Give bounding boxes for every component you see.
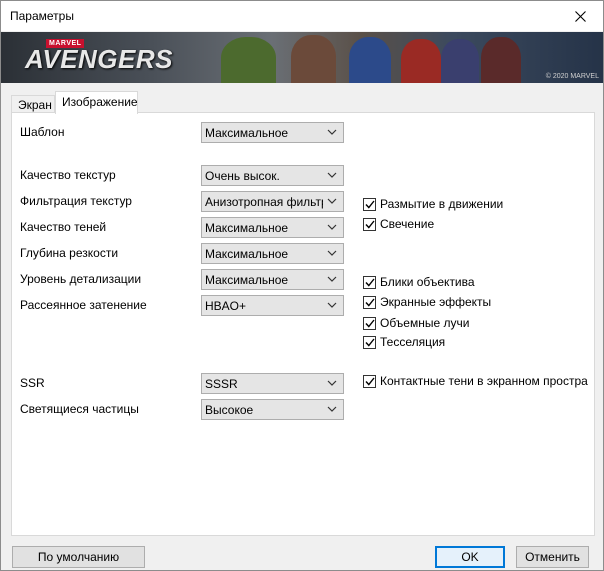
level-of-detail-select[interactable]: Максимальное [201, 269, 344, 290]
checkmark-icon [364, 200, 375, 209]
graphics-panel: Шаблон Максимальное Качество текстур Оче… [11, 112, 595, 536]
tab-screen[interactable]: Экран [11, 95, 55, 113]
checkbox-box [363, 335, 376, 349]
title-bar: Параметры [1, 1, 603, 31]
texture-filtering-value: Анизотропная фильтрац [205, 195, 323, 209]
motion-blur-checkbox[interactable]: Размытие в движении [363, 197, 503, 211]
ssr-select[interactable]: SSSR [201, 373, 344, 394]
checkmark-icon [364, 377, 375, 386]
preset-label: Шаблон [20, 125, 65, 139]
black-widow-figure [481, 37, 521, 83]
motion-blur-label: Размытие в движении [380, 197, 504, 211]
shadow-quality-value: Максимальное [205, 221, 289, 235]
chevron-down-icon [327, 224, 337, 230]
depth-of-field-value: Максимальное [205, 247, 289, 261]
restore-defaults-button[interactable]: По умолчанию [12, 546, 145, 568]
hulk-figure [221, 37, 276, 83]
preset-value: Максимальное [205, 126, 289, 140]
chevron-down-icon [327, 276, 337, 282]
tab-graphics[interactable]: Изображение [55, 91, 138, 114]
checkmark-icon [364, 319, 375, 328]
bloom-checkbox[interactable]: Свечение [363, 217, 434, 231]
chevron-down-icon [327, 302, 337, 308]
tessellation-checkbox[interactable]: Тесселяция [363, 335, 445, 349]
checkmark-icon [364, 338, 375, 347]
tessellation-label: Тесселяция [380, 335, 446, 349]
chevron-down-icon [327, 250, 337, 256]
ok-button[interactable]: OK [435, 546, 505, 568]
close-button[interactable] [557, 1, 603, 31]
contact-shadows-label: Контактные тени в экранном простра [380, 374, 588, 388]
texture-quality-label: Качество текстур [20, 168, 116, 182]
checkbox-box [363, 275, 376, 289]
game-banner: MARVEL AVENGERS © 2020 MARVEL [1, 32, 603, 83]
chevron-down-icon [327, 198, 337, 204]
volumetric-rays-checkbox[interactable]: Объемные лучи [363, 316, 469, 330]
shadow-quality-select[interactable]: Максимальное [201, 217, 344, 238]
lens-flare-label: Блики объектива [380, 275, 475, 289]
volumetric-rays-label: Объемные лучи [380, 316, 470, 330]
checkbox-box [363, 295, 376, 309]
chevron-down-icon [327, 129, 337, 135]
screen-effects-checkbox[interactable]: Экранные эффекты [363, 295, 491, 309]
level-of-detail-label: Уровень детализации [20, 272, 142, 286]
checkbox-box [363, 316, 376, 330]
ssr-label: SSR [20, 376, 45, 390]
texture-quality-select[interactable]: Очень высок. [201, 165, 344, 186]
checkbox-box [363, 374, 376, 388]
checkbox-box [363, 217, 376, 231]
depth-of-field-select[interactable]: Максимальное [201, 243, 344, 264]
window-title: Параметры [10, 9, 74, 23]
checkmark-icon [364, 278, 375, 287]
copyright-text: © 2020 MARVEL [545, 73, 599, 80]
ssr-value: SSSR [205, 377, 238, 391]
glowing-particles-select[interactable]: Высокое [201, 399, 344, 420]
texture-quality-value: Очень высок. [205, 169, 280, 183]
checkbox-box [363, 197, 376, 211]
captain-america-figure [349, 37, 391, 83]
checkmark-icon [364, 298, 375, 307]
cancel-button[interactable]: Отменить [516, 546, 589, 568]
ambient-occlusion-label: Рассеянное затенение [20, 298, 147, 312]
level-of-detail-value: Максимальное [205, 273, 289, 287]
settings-dialog: Параметры MARVEL AVENGERS © 2020 MARVEL … [0, 0, 604, 571]
contact-shadows-checkbox[interactable]: Контактные тени в экранном простра [363, 374, 588, 388]
ambient-occlusion-select[interactable]: HBAO+ [201, 295, 344, 316]
texture-filtering-select[interactable]: Анизотропная фильтрац [201, 191, 344, 212]
glowing-particles-label: Светящиеся частицы [20, 402, 139, 416]
depth-of-field-label: Глубина резкости [20, 246, 119, 260]
screen-effects-label: Экранные эффекты [380, 295, 492, 309]
glowing-particles-value: Высокое [205, 403, 254, 417]
chevron-down-icon [327, 172, 337, 178]
preset-select[interactable]: Максимальное [201, 122, 344, 143]
lens-flare-checkbox[interactable]: Блики объектива [363, 275, 475, 289]
thor-figure [291, 35, 336, 83]
chevron-down-icon [327, 380, 337, 386]
shadow-quality-label: Качество теней [20, 220, 107, 234]
chevron-down-icon [327, 406, 337, 412]
bloom-label: Свечение [380, 217, 435, 231]
iron-man-figure [401, 39, 441, 83]
checkmark-icon [364, 220, 375, 229]
texture-filtering-label: Фильтрация текстур [20, 194, 132, 208]
ambient-occlusion-value: HBAO+ [205, 299, 247, 313]
close-icon [574, 10, 586, 22]
avengers-logo: AVENGERS [25, 44, 173, 74]
ms-marvel-figure [441, 39, 479, 83]
